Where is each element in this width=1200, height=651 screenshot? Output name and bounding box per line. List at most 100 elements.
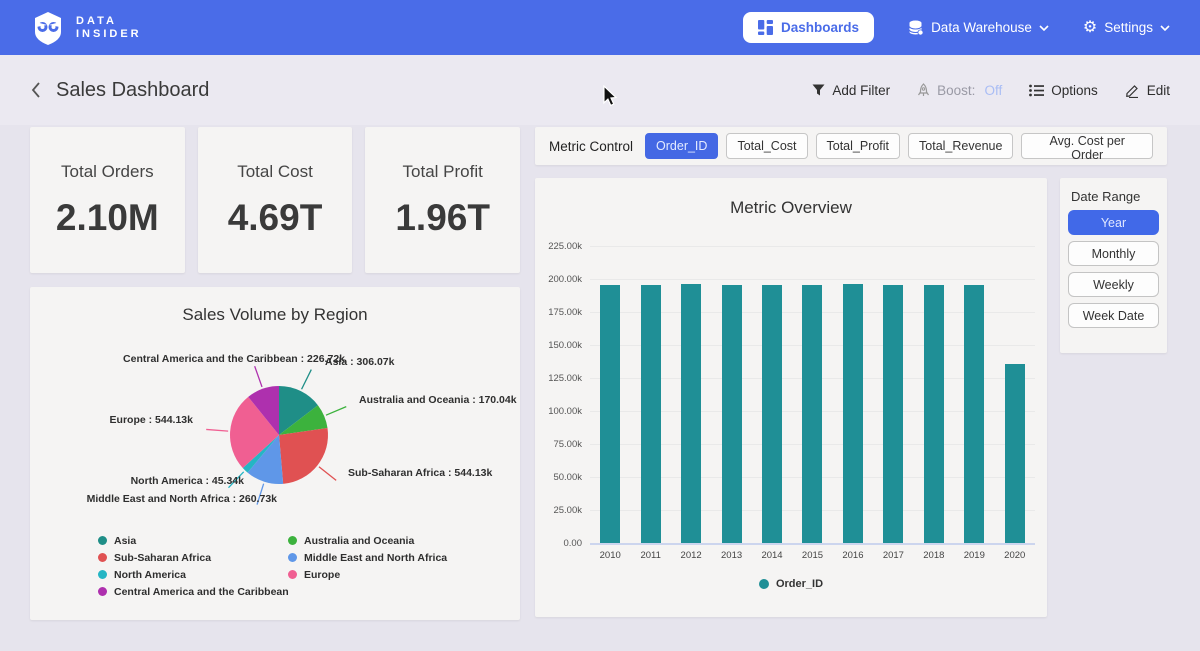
settings-menu[interactable]: ⚙ Settings [1083, 20, 1170, 36]
y-tick-label: 225.00k [548, 241, 582, 252]
bar-2015[interactable] [802, 285, 822, 544]
pie-legend-col-2: Australia and Oceania Middle East and Nor… [288, 532, 447, 583]
back-button[interactable] [30, 81, 42, 99]
pie-slice-sub-saharan-africa[interactable] [279, 428, 328, 484]
boost-status: Off [984, 83, 1002, 98]
pie-legend-col-1: Asia Sub-Saharan Africa North AmericaCentr… [98, 532, 289, 600]
sales-volume-card: Sales Volume by Region AsiaSub-Saharan A… [30, 287, 520, 620]
pie-label-central-america-and-the-caribbean: Central America and the Caribbean : 226.… [123, 353, 345, 365]
y-tick-label: 75.00k [553, 439, 582, 450]
date-range-week-date[interactable]: Week Date [1068, 303, 1159, 328]
pie-leader-line [302, 370, 312, 390]
pie-leader-line [255, 366, 262, 387]
metric-control-label: Metric Control [549, 139, 633, 154]
pie-legend-middle-east-and-north-africa[interactable]: Middle East and North Africa [288, 549, 447, 566]
x-axis-line [590, 543, 1035, 545]
legend-dot [98, 570, 107, 579]
dashboard-header: Sales Dashboard Add Filter Boost:Off Opt… [0, 55, 1200, 125]
x-tick-label: 2015 [798, 550, 826, 561]
y-tick-label: 150.00k [548, 340, 582, 351]
kpi-value: 1.96T [365, 197, 520, 239]
metric-overview-card: Metric Overview 225.00k200.00k175.00k150… [535, 178, 1047, 617]
y-tick-label: 0.00 [564, 538, 583, 549]
bar-2016[interactable] [843, 284, 863, 544]
chevron-down-icon [1039, 25, 1049, 31]
date-range-year[interactable]: Year [1068, 210, 1159, 235]
rocket-icon [917, 83, 930, 97]
pie-legend-asia[interactable]: Asia [98, 532, 289, 549]
x-tick-label: 2019 [960, 550, 988, 561]
options-button[interactable]: Options [1029, 83, 1098, 98]
chevron-down-icon [1160, 25, 1170, 31]
metric-chip-list: Order_ID Total_Cost Total_Profit Total_Reve… [645, 133, 1153, 159]
pie-legend-australia-and-oceania[interactable]: Australia and Oceania [288, 532, 447, 549]
brand[interactable]: DATA INSIDER [30, 10, 142, 46]
dashboards-button[interactable]: Dashboards [743, 12, 874, 43]
x-tick-label: 2020 [1001, 550, 1029, 561]
metric-chip-total-revenue[interactable]: Total_Revenue [908, 133, 1013, 159]
bar-2017[interactable] [883, 285, 903, 544]
page-title: Sales Dashboard [56, 79, 209, 102]
metric-control-card: Metric Control Order_ID Total_Cost Total_P… [535, 127, 1167, 165]
bar-2014[interactable] [762, 285, 782, 544]
legend-dot [288, 553, 297, 562]
bar-2011[interactable] [641, 285, 661, 544]
header-actions: Add Filter Boost:Off Options Edit [812, 83, 1170, 98]
bar-2010[interactable] [600, 285, 620, 544]
x-axis-labels: 2010201120122013201420152016201720182019… [590, 550, 1035, 561]
add-filter-label: Add Filter [832, 83, 890, 98]
filter-funnel-icon [812, 84, 825, 96]
dashboard-grid-icon [758, 20, 773, 35]
navbar-menu: Dashboards Data Warehouse ⚙ Settings [743, 12, 1170, 43]
kpi-card-total-cost: Total Cost4.69T [198, 127, 353, 273]
pencil-icon [1125, 83, 1140, 98]
legend-dot [98, 587, 107, 596]
kpi-label: Total Profit [365, 162, 520, 182]
boost-toggle[interactable]: Boost:Off [917, 83, 1002, 98]
pie-legend-europe[interactable]: Europe [288, 566, 447, 583]
bar-2012[interactable] [681, 284, 701, 544]
bar-2018[interactable] [924, 285, 944, 544]
settings-label: Settings [1104, 20, 1153, 35]
add-filter-button[interactable]: Add Filter [812, 83, 890, 98]
bar-chart-title: Metric Overview [535, 178, 1047, 218]
pie-label-australia-and-oceania: Australia and Oceania : 170.04k [359, 394, 517, 406]
legend-dot [98, 536, 107, 545]
pie-legend-sub-saharan-africa[interactable]: Sub-Saharan Africa [98, 549, 289, 566]
metric-chip-avg-cost-per-order[interactable]: Avg. Cost per Order [1021, 133, 1153, 159]
pie-legend-north-america[interactable]: North America [98, 566, 289, 583]
pie-label-sub-saharan-africa: Sub-Saharan Africa : 544.13k [348, 467, 492, 479]
legend-dot [98, 553, 107, 562]
edit-button[interactable]: Edit [1125, 83, 1170, 98]
navbar: DATA INSIDER Dashboards Data Warehouse [0, 0, 1200, 55]
x-tick-label: 2018 [920, 550, 948, 561]
bar-2019[interactable] [964, 285, 984, 544]
chevron-left-icon [30, 81, 42, 99]
metric-chip-order-id[interactable]: Order_ID [645, 133, 718, 159]
pie-leader-line [326, 407, 346, 416]
y-tick-label: 175.00k [548, 307, 582, 318]
metric-chip-total-profit[interactable]: Total_Profit [816, 133, 901, 159]
date-range-weekly[interactable]: Weekly [1068, 272, 1159, 297]
kpi-value: 4.69T [198, 197, 353, 239]
bar-series [590, 247, 1035, 544]
bar-legend-label: Order_ID [776, 578, 823, 590]
dashboards-label: Dashboards [781, 20, 859, 35]
kpi-label: Total Orders [30, 162, 185, 182]
bar-2013[interactable] [722, 285, 742, 544]
metric-chip-total-cost[interactable]: Total_Cost [726, 133, 807, 159]
date-range-monthly[interactable]: Monthly [1068, 241, 1159, 266]
bar-legend[interactable]: Order_ID [535, 578, 1047, 590]
pie-label-north-america: North America : 45.34k [131, 475, 244, 487]
pie-label-europe: Europe : 544.13k [110, 414, 193, 426]
pie-legend-label: Sub-Saharan Africa [114, 552, 211, 564]
kpi-value: 2.10M [30, 197, 185, 239]
bar-2020[interactable] [1005, 364, 1025, 544]
bar-plot: 225.00k200.00k175.00k150.00k125.00k100.0… [590, 247, 1035, 544]
pie-legend-central-america-and-the-caribbean[interactable]: Central America and the Caribbean [98, 583, 289, 600]
edit-label: Edit [1147, 83, 1170, 98]
data-warehouse-menu[interactable]: Data Warehouse [908, 20, 1049, 36]
x-tick-label: 2011 [637, 550, 665, 561]
pie-legend-label: Australia and Oceania [304, 535, 414, 547]
legend-dot [288, 536, 297, 545]
